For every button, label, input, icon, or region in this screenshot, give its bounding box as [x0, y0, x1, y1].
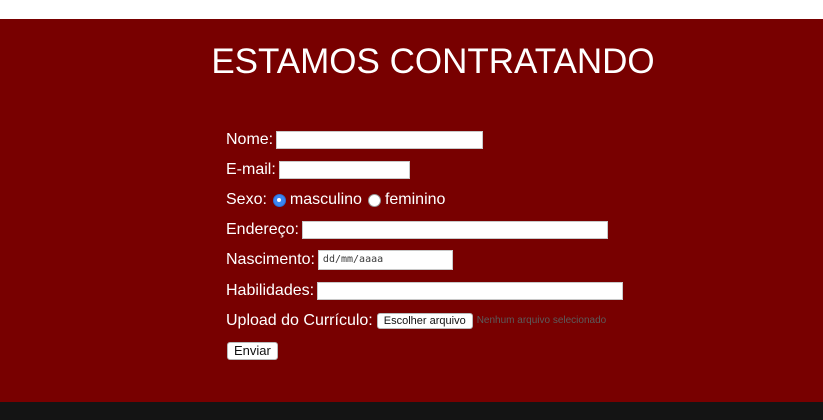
file-status-text: Nenhum arquivo selecionado	[476, 315, 607, 326]
choose-file-button[interactable]: Escolher arquivo	[376, 313, 473, 329]
habilidades-row: Habilidades:	[226, 280, 624, 302]
footer-strip	[0, 402, 823, 420]
endereco-row: Endereço:	[226, 219, 608, 241]
feminino-radio[interactable]	[367, 193, 381, 207]
endereco-label: Endereço:	[226, 221, 299, 238]
top-strip	[0, 0, 823, 19]
email-input[interactable]	[278, 161, 410, 179]
nome-row: Nome:	[226, 129, 484, 151]
email-row: E-mail:	[226, 159, 410, 181]
endereco-input[interactable]	[301, 221, 608, 239]
masculino-label[interactable]: masculino	[290, 189, 362, 211]
curriculo-row: Upload do Currículo: Escolher arquivo Nenh…	[226, 310, 606, 332]
habilidades-label: Habilidades:	[226, 282, 315, 299]
nascimento-date-input[interactable]: dd/mm/aaaa	[317, 250, 453, 270]
nascimento-row: Nascimento: dd/mm/aaaa	[226, 249, 453, 271]
email-label: E-mail:	[226, 161, 276, 178]
habilidades-input[interactable]	[317, 282, 624, 300]
nome-input[interactable]	[276, 131, 484, 149]
sexo-row: Sexo: masculino feminino	[226, 189, 445, 211]
masculino-radio[interactable]	[272, 193, 286, 207]
nome-label: Nome:	[226, 131, 274, 148]
sexo-label: Sexo:	[226, 191, 267, 208]
curriculo-label: Upload do Currículo:	[226, 312, 373, 329]
nascimento-label: Nascimento:	[226, 251, 315, 268]
submit-button[interactable]: Enviar	[227, 342, 278, 360]
feminino-label[interactable]: feminino	[385, 189, 445, 211]
page-title: ESTAMOS CONTRATANDO	[211, 42, 655, 81]
